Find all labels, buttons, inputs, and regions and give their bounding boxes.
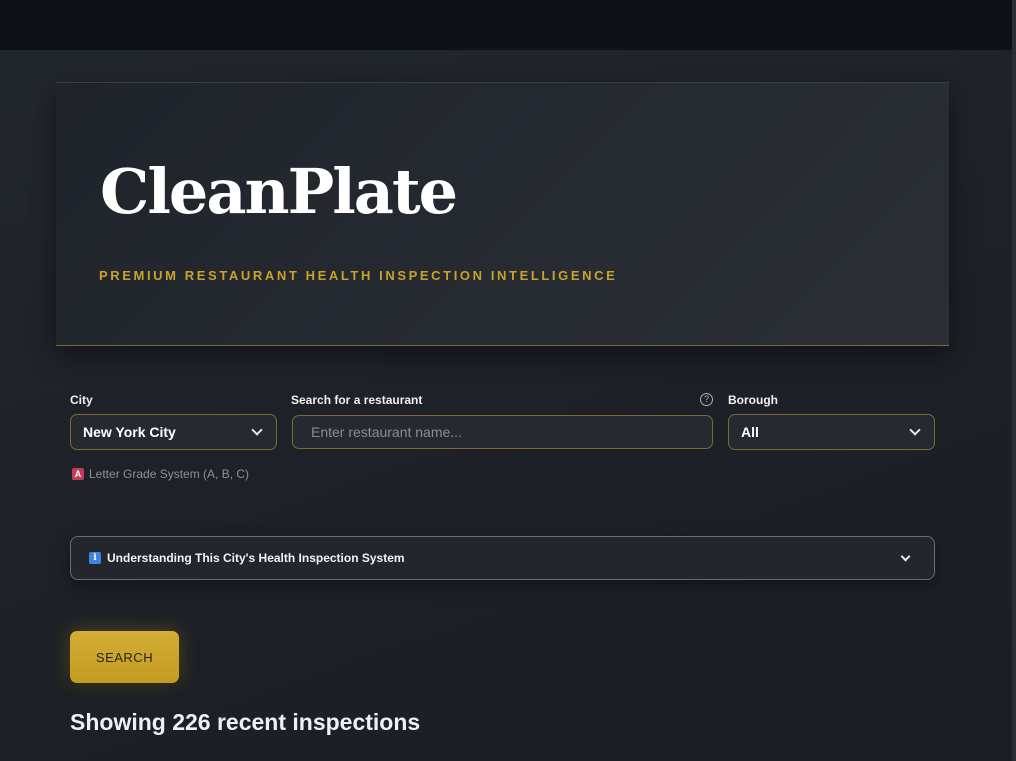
page-scrollbar[interactable]	[1012, 0, 1016, 761]
grade-system-note: A Letter Grade System (A, B, C)	[72, 467, 249, 481]
expander-header: i Understanding This City's Health Inspe…	[89, 551, 405, 565]
search-button[interactable]: SEARCH	[70, 631, 179, 683]
city-label: City	[70, 393, 93, 407]
borough-label: Borough	[728, 393, 778, 407]
letter-a-icon: A	[72, 468, 84, 480]
info-icon: i	[89, 552, 101, 564]
top-header-bar	[0, 0, 1016, 50]
inspection-system-expander[interactable]: i Understanding This City's Health Inspe…	[70, 536, 935, 580]
question-circle-icon[interactable]: ?	[700, 393, 713, 406]
grade-system-text: Letter Grade System (A, B, C)	[89, 467, 250, 481]
borough-select-value: All	[741, 424, 759, 440]
app-subtitle: PREMIUM RESTAURANT HEALTH INSPECTION INT…	[99, 268, 618, 283]
chevron-down-icon	[251, 424, 263, 436]
chevron-down-icon	[900, 551, 911, 561]
restaurant-search-input[interactable]	[292, 415, 713, 449]
city-select-value: New York City	[83, 424, 176, 440]
search-label: Search for a restaurant	[291, 393, 423, 407]
hero-banner: CleanPlate PREMIUM RESTAURANT HEALTH INS…	[56, 82, 949, 346]
city-select[interactable]: New York City	[70, 414, 277, 450]
borough-select[interactable]: All	[728, 414, 935, 450]
chevron-down-icon	[909, 424, 921, 436]
results-heading: Showing 226 recent inspections	[70, 709, 421, 735]
app-title: CleanPlate	[100, 155, 458, 228]
expander-label: Understanding This City's Health Inspect…	[107, 551, 405, 565]
